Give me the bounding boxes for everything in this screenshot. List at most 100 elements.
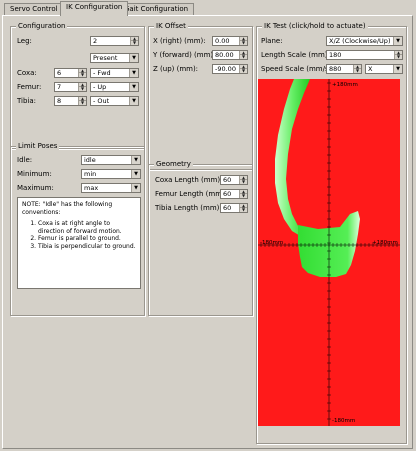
- spin-down-icon[interactable]: ▼: [240, 41, 247, 45]
- length-scale-value: 180: [329, 51, 342, 59]
- chevron-down-icon: ▼: [129, 69, 138, 77]
- tibia-direction-value: - Out: [93, 97, 110, 105]
- x-offset-label: X (right) (mm):: [153, 37, 206, 45]
- tab-gait-configuration[interactable]: Gait Configuration: [118, 3, 195, 15]
- tibia-length-label: Tibia Length (mm):: [155, 204, 222, 212]
- plane-label: Plane:: [261, 37, 283, 45]
- tibia-length-spinbox[interactable]: 60 ▲ ▼: [220, 203, 248, 213]
- maximum-label: Maximum:: [17, 184, 54, 192]
- chevron-down-icon: ▼: [393, 37, 402, 45]
- tab-servo-control[interactable]: Servo Control: [4, 3, 64, 15]
- leg-label: Leg:: [17, 37, 32, 45]
- minimum-label: Minimum:: [17, 170, 52, 178]
- maximum-pose-value: max: [84, 184, 99, 192]
- spin-down-icon[interactable]: ▼: [354, 69, 361, 73]
- tibia-length-value: 60: [223, 204, 232, 212]
- z-offset-value: -90.00: [215, 65, 236, 73]
- maximum-pose-combo[interactable]: max ▼: [81, 183, 141, 193]
- femur-channel-spinbox[interactable]: 7 ▲ ▼: [54, 82, 87, 92]
- idle-label: Idle:: [17, 156, 33, 164]
- x-offset-spinbox[interactable]: 0.00 ▲ ▼: [212, 36, 248, 46]
- ik-offset-title: IK Offset: [154, 22, 188, 31]
- speed-axis-value: X: [368, 65, 373, 73]
- spin-down-icon[interactable]: ▼: [79, 73, 86, 77]
- axis-label-bottom: -180mm: [332, 418, 355, 424]
- geometry-title: Geometry: [154, 160, 193, 169]
- coxa-channel-spinbox[interactable]: 6 ▲ ▼: [54, 68, 87, 78]
- length-scale-label: Length Scale (mm):: [261, 51, 330, 59]
- note-list: Coxa is at right angle to direction of f…: [22, 220, 136, 250]
- coxa-length-spinbox[interactable]: 60 ▲ ▼: [220, 175, 248, 185]
- ik-test-reachability-plot[interactable]: +180mm -180mm -180mm +180mm: [258, 79, 400, 426]
- tibia-label: Tibia:: [17, 97, 37, 105]
- spin-down-icon[interactable]: ▼: [395, 55, 402, 59]
- chevron-down-icon: ▼: [129, 54, 138, 62]
- tab-ik-configuration[interactable]: IK Configuration: [60, 1, 129, 16]
- spin-down-icon[interactable]: ▼: [240, 69, 247, 73]
- coxa-label: Coxa:: [17, 69, 37, 77]
- configuration-title: Configuration: [16, 22, 68, 31]
- tibia-channel-value: 8: [57, 97, 62, 105]
- reachability-canvas[interactable]: +180mm -180mm -180mm +180mm: [258, 79, 400, 426]
- spin-down-icon[interactable]: ▼: [240, 55, 247, 59]
- femur-length-spinbox[interactable]: 60 ▲ ▼: [220, 189, 248, 199]
- leg-spinbox[interactable]: 2 ▲ ▼: [90, 36, 139, 46]
- coxa-direction-combo[interactable]: - Fwd ▼: [90, 68, 139, 78]
- limit-poses-title: Limit Poses: [16, 142, 60, 151]
- femur-channel-value: 7: [57, 83, 62, 91]
- note-intro: NOTE: "Idle" has the following conventio…: [22, 201, 113, 216]
- femur-length-value: 60: [223, 190, 232, 198]
- idle-pose-value: idle: [84, 156, 96, 164]
- spin-down-icon[interactable]: ▼: [240, 194, 247, 198]
- speed-scale-spinbox[interactable]: 880 ▲ ▼: [326, 64, 362, 74]
- femur-direction-combo[interactable]: - Up ▼: [90, 82, 139, 92]
- femur-label: Femur:: [17, 83, 42, 91]
- coxa-length-label: Coxa Length (mm):: [155, 176, 223, 184]
- femur-length-label: Femur Length (mm):: [155, 190, 228, 198]
- speed-scale-value: 880: [329, 65, 342, 73]
- x-offset-value: 0.00: [215, 37, 230, 45]
- ik-test-title: IK Test (click/hold to actuate): [262, 22, 368, 31]
- y-offset-spinbox[interactable]: 80.00 ▲ ▼: [212, 50, 248, 60]
- chevron-down-icon: ▼: [131, 156, 140, 164]
- minimum-pose-combo[interactable]: min ▼: [81, 169, 141, 179]
- leg-value: 2: [93, 37, 98, 45]
- geometry-group: Geometry Coxa Length (mm): 60 ▲ ▼ Femur L…: [148, 160, 253, 316]
- chevron-down-icon: ▼: [131, 184, 140, 192]
- axis-label-top: +180mm: [332, 82, 358, 88]
- preset-value: Present: [93, 54, 118, 62]
- y-offset-value: 80.00: [215, 51, 234, 59]
- spin-down-icon[interactable]: ▼: [131, 41, 138, 45]
- tibia-direction-combo[interactable]: - Out ▼: [90, 96, 139, 106]
- minimum-pose-value: min: [84, 170, 97, 178]
- note-item: Coxa is at right angle to direction of f…: [38, 220, 136, 235]
- spin-down-icon[interactable]: ▼: [240, 180, 247, 184]
- preset-combo[interactable]: Present ▼: [90, 53, 139, 63]
- chevron-down-icon: ▼: [131, 170, 140, 178]
- coxa-channel-value: 6: [57, 69, 62, 77]
- speed-axis-combo[interactable]: X ▼: [365, 64, 403, 74]
- z-offset-spinbox[interactable]: -90.00 ▲ ▼: [212, 64, 248, 74]
- spin-down-icon[interactable]: ▼: [240, 208, 247, 212]
- limit-poses-group: Limit Poses Idle: idle ▼ Minimum: min ▼ …: [10, 142, 145, 316]
- idle-pose-combo[interactable]: idle ▼: [81, 155, 141, 165]
- note-item: Tibia is perpendicular to ground.: [38, 243, 136, 251]
- speed-scale-label: Speed Scale (mm/s):: [261, 65, 334, 73]
- y-offset-label: Y (forward) (mm):: [153, 51, 216, 59]
- reachable-region-arc: [275, 79, 310, 237]
- plane-combo[interactable]: X/Z (Clockwise/Up) ▼: [326, 36, 403, 46]
- ik-offset-group: IK Offset X (right) (mm): 0.00 ▲ ▼ Y (for…: [148, 22, 253, 170]
- note-item: Femur is parallel to ground.: [38, 235, 136, 243]
- spin-down-icon[interactable]: ▼: [79, 87, 86, 91]
- femur-direction-value: - Up: [93, 83, 107, 91]
- chevron-down-icon: ▼: [129, 97, 138, 105]
- chevron-down-icon: ▼: [129, 83, 138, 91]
- configuration-group: Configuration Leg: 2 ▲ ▼ Present ▼ Coxa: …: [10, 22, 145, 149]
- idle-conventions-note: NOTE: "Idle" has the following conventio…: [17, 197, 141, 289]
- coxa-length-value: 60: [223, 176, 232, 184]
- length-scale-spinbox[interactable]: 180 ▲ ▼: [326, 50, 403, 60]
- chevron-down-icon: ▼: [393, 65, 402, 73]
- coxa-direction-value: - Fwd: [93, 69, 111, 77]
- tibia-channel-spinbox[interactable]: 8 ▲ ▼: [54, 96, 87, 106]
- spin-down-icon[interactable]: ▼: [79, 101, 86, 105]
